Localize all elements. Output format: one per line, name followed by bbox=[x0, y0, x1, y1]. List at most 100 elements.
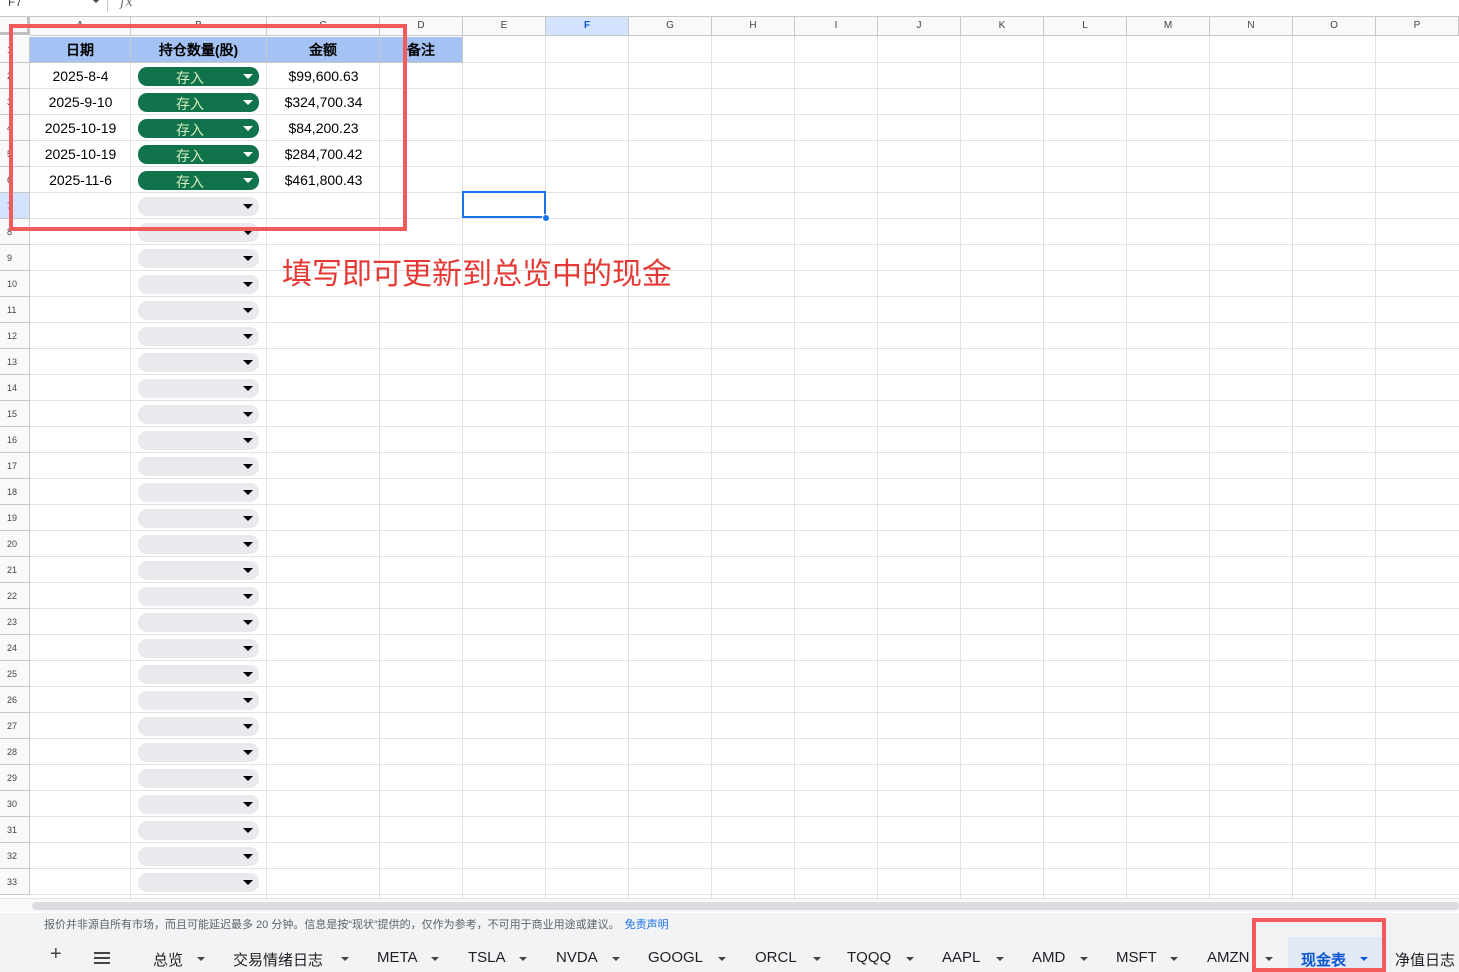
sheet-tab[interactable]: MSFT bbox=[1116, 937, 1182, 972]
horizontal-scrollbar-thumb[interactable] bbox=[32, 902, 1459, 910]
empty-dropdown-chip[interactable] bbox=[138, 249, 259, 268]
empty-dropdown-chip[interactable] bbox=[138, 301, 259, 320]
dropdown-arrow-icon[interactable] bbox=[243, 256, 253, 261]
row-header-27[interactable]: 27 bbox=[0, 713, 30, 739]
dropdown-arrow-icon[interactable] bbox=[243, 854, 253, 859]
empty-dropdown-chip[interactable] bbox=[138, 613, 259, 632]
sheet-tab[interactable]: AMD bbox=[1032, 937, 1092, 972]
chevron-down-icon[interactable] bbox=[341, 957, 349, 961]
empty-dropdown-chip[interactable] bbox=[138, 431, 259, 450]
dropdown-arrow-icon[interactable] bbox=[243, 880, 253, 885]
column-header-l[interactable]: L bbox=[1044, 17, 1127, 36]
empty-dropdown-chip[interactable] bbox=[138, 275, 259, 294]
row-header-18[interactable]: 18 bbox=[0, 479, 30, 505]
empty-dropdown-chip[interactable] bbox=[138, 717, 259, 736]
chevron-down-icon[interactable] bbox=[813, 957, 821, 961]
column-header-e[interactable]: E bbox=[463, 17, 546, 36]
all-sheets-menu-icon[interactable] bbox=[94, 952, 112, 964]
column-header-o[interactable]: O bbox=[1293, 17, 1376, 36]
empty-dropdown-chip[interactable] bbox=[138, 405, 259, 424]
chevron-down-icon[interactable] bbox=[906, 957, 914, 961]
empty-dropdown-chip[interactable] bbox=[138, 847, 259, 866]
empty-dropdown-chip[interactable] bbox=[138, 509, 259, 528]
row-header-26[interactable]: 26 bbox=[0, 687, 30, 713]
add-sheet-icon[interactable]: + bbox=[50, 944, 62, 964]
chevron-down-icon[interactable] bbox=[197, 957, 205, 961]
row-header-31[interactable]: 31 bbox=[0, 817, 30, 843]
name-box[interactable]: F7 bbox=[8, 0, 100, 11]
sheet-tab[interactable]: META bbox=[377, 937, 443, 972]
fill-handle[interactable] bbox=[542, 214, 550, 222]
sheet-tab[interactable]: 净值日志 bbox=[1395, 937, 1459, 972]
sheet-tab[interactable]: TSLA bbox=[468, 937, 530, 972]
empty-dropdown-chip[interactable] bbox=[138, 691, 259, 710]
column-header-n[interactable]: N bbox=[1210, 17, 1293, 36]
chevron-down-icon[interactable] bbox=[92, 0, 100, 3]
dropdown-arrow-icon[interactable] bbox=[243, 776, 253, 781]
row-header-15[interactable]: 15 bbox=[0, 401, 30, 427]
chevron-down-icon[interactable] bbox=[519, 957, 527, 961]
column-header-h[interactable]: H bbox=[712, 17, 795, 36]
row-header-19[interactable]: 19 bbox=[0, 505, 30, 531]
dropdown-arrow-icon[interactable] bbox=[243, 724, 253, 729]
sheet-tab[interactable]: TQQQ bbox=[847, 937, 917, 972]
row-header-25[interactable]: 25 bbox=[0, 661, 30, 687]
dropdown-arrow-icon[interactable] bbox=[243, 464, 253, 469]
sheet-tab[interactable]: 交易情绪日志 bbox=[233, 937, 355, 972]
row-header-28[interactable]: 28 bbox=[0, 739, 30, 765]
empty-dropdown-chip[interactable] bbox=[138, 353, 259, 372]
row-header-14[interactable]: 14 bbox=[0, 375, 30, 401]
empty-dropdown-chip[interactable] bbox=[138, 561, 259, 580]
dropdown-arrow-icon[interactable] bbox=[243, 542, 253, 547]
column-header-g[interactable]: G bbox=[629, 17, 712, 36]
dropdown-arrow-icon[interactable] bbox=[243, 516, 253, 521]
disclaimer-link[interactable]: 免责声明 bbox=[625, 919, 669, 931]
sheet-tab[interactable]: ORCL bbox=[755, 937, 823, 972]
empty-dropdown-chip[interactable] bbox=[138, 535, 259, 554]
chevron-down-icon[interactable] bbox=[718, 957, 726, 961]
column-header-k[interactable]: K bbox=[961, 17, 1044, 36]
dropdown-arrow-icon[interactable] bbox=[243, 334, 253, 339]
row-header-21[interactable]: 21 bbox=[0, 557, 30, 583]
row-header-12[interactable]: 12 bbox=[0, 323, 30, 349]
column-header-p[interactable]: P bbox=[1376, 17, 1459, 36]
dropdown-arrow-icon[interactable] bbox=[243, 490, 253, 495]
dropdown-arrow-icon[interactable] bbox=[243, 646, 253, 651]
row-header-22[interactable]: 22 bbox=[0, 583, 30, 609]
empty-dropdown-chip[interactable] bbox=[138, 327, 259, 346]
row-header-17[interactable]: 17 bbox=[0, 453, 30, 479]
row-header-10[interactable]: 10 bbox=[0, 271, 30, 297]
empty-dropdown-chip[interactable] bbox=[138, 379, 259, 398]
chevron-down-icon[interactable] bbox=[1080, 957, 1088, 961]
dropdown-arrow-icon[interactable] bbox=[243, 412, 253, 417]
dropdown-arrow-icon[interactable] bbox=[243, 360, 253, 365]
dropdown-arrow-icon[interactable] bbox=[243, 594, 253, 599]
column-header-f[interactable]: F bbox=[546, 17, 629, 36]
row-header-23[interactable]: 23 bbox=[0, 609, 30, 635]
column-header-j[interactable]: J bbox=[878, 17, 961, 36]
row-header-30[interactable]: 30 bbox=[0, 791, 30, 817]
dropdown-arrow-icon[interactable] bbox=[243, 308, 253, 313]
empty-dropdown-chip[interactable] bbox=[138, 821, 259, 840]
dropdown-arrow-icon[interactable] bbox=[243, 672, 253, 677]
dropdown-arrow-icon[interactable] bbox=[243, 282, 253, 287]
sheet-tab[interactable]: GOOGL bbox=[648, 937, 726, 972]
empty-dropdown-chip[interactable] bbox=[138, 587, 259, 606]
column-header-i[interactable]: I bbox=[795, 17, 878, 36]
row-header-29[interactable]: 29 bbox=[0, 765, 30, 791]
dropdown-arrow-icon[interactable] bbox=[243, 438, 253, 443]
empty-dropdown-chip[interactable] bbox=[138, 665, 259, 684]
dropdown-arrow-icon[interactable] bbox=[243, 802, 253, 807]
row-header-20[interactable]: 20 bbox=[0, 531, 30, 557]
chevron-down-icon[interactable] bbox=[612, 957, 620, 961]
row-header-16[interactable]: 16 bbox=[0, 427, 30, 453]
empty-dropdown-chip[interactable] bbox=[138, 769, 259, 788]
chevron-down-icon[interactable] bbox=[996, 957, 1004, 961]
sheet-tab[interactable]: AAPL bbox=[942, 937, 1007, 972]
row-header-9[interactable]: 9 bbox=[0, 245, 30, 271]
sheet-grid[interactable]: A B C D E F G H I J K L M N O P 1 2 3 4 5 6 7 8 9 10 11 12 13 14 15 16 1… bbox=[0, 17, 1459, 898]
dropdown-arrow-icon[interactable] bbox=[243, 568, 253, 573]
dropdown-arrow-icon[interactable] bbox=[243, 620, 253, 625]
empty-dropdown-chip[interactable] bbox=[138, 795, 259, 814]
empty-dropdown-chip[interactable] bbox=[138, 639, 259, 658]
